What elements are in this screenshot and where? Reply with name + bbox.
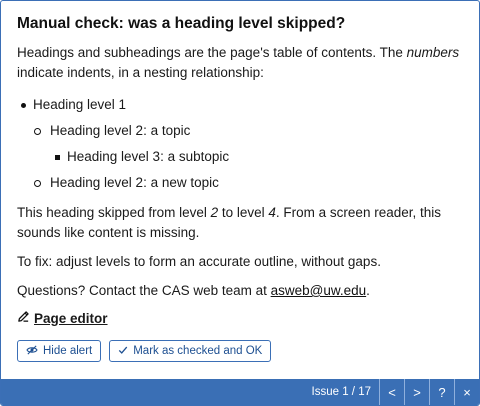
skip-explanation: This heading skipped from level 2 to lev…	[17, 205, 441, 240]
hide-alert-button[interactable]: Hide alert	[17, 340, 102, 362]
outline-item: Heading level 1	[17, 92, 463, 118]
bullet-circle-icon	[34, 128, 41, 135]
outline-item: Heading level 3: a subtopic	[17, 144, 463, 170]
bullet-circle-icon	[34, 180, 41, 187]
page-editor-label: Page editor	[34, 310, 108, 326]
bullet-disc-icon	[21, 103, 26, 108]
checkmark-icon	[118, 345, 128, 358]
page-editor-link[interactable]: Page editor	[17, 310, 463, 326]
eye-slash-icon	[26, 344, 38, 358]
outline-item: Heading level 2: a topic	[17, 118, 463, 144]
heading-outline: Heading level 1 Heading level 2: a topic…	[17, 92, 463, 196]
panel-footer: Issue 1 / 17 < > ? ×	[1, 379, 479, 405]
mark-ok-button[interactable]: Mark as checked and OK	[109, 340, 272, 362]
edit-pencil-icon	[17, 310, 30, 326]
outline-item: Heading level 2: a new topic	[17, 170, 463, 196]
panel-title: Manual check: was a heading level skippe…	[17, 15, 346, 32]
previous-issue-button[interactable]: <	[379, 379, 404, 405]
contact-text: Questions? Contact the CAS web team at a…	[17, 283, 370, 298]
issue-counter: Issue 1 / 17	[311, 386, 371, 398]
panel-content: Manual check: was a heading level skippe…	[1, 1, 479, 362]
intro-text: Headings and subheadings are the page's …	[17, 45, 460, 80]
bullet-square-icon	[55, 155, 60, 160]
manual-check-panel: Manual check: was a heading level skippe…	[0, 0, 480, 406]
next-issue-button[interactable]: >	[404, 379, 429, 405]
close-button[interactable]: ×	[454, 379, 479, 405]
mark-ok-label: Mark as checked and OK	[133, 345, 263, 357]
help-button[interactable]: ?	[429, 379, 454, 405]
action-buttons: Hide alert Mark as checked and OK	[17, 340, 463, 362]
fix-text: To fix: adjust levels to form an accurat…	[17, 254, 381, 269]
hide-alert-label: Hide alert	[43, 345, 93, 357]
email-link[interactable]: asweb@uw.edu	[271, 283, 367, 298]
